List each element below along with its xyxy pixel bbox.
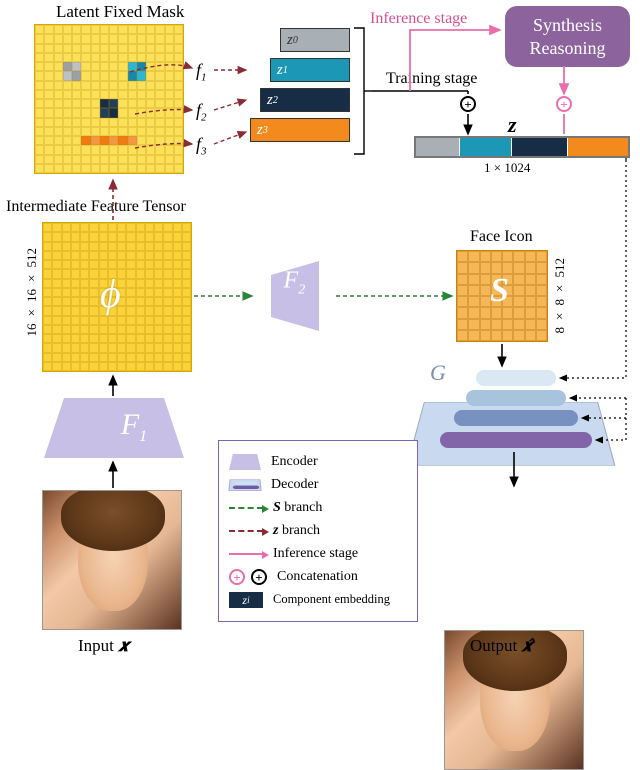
s-dims-label: 8 × 8 × 512 [552, 258, 568, 334]
phi-symbol: ϕ [100, 270, 121, 317]
decoder-icon [228, 479, 261, 491]
f2-label: f2 [196, 100, 207, 124]
legend-concatenation: ++Concatenation [229, 567, 407, 587]
latent-fixed-mask-grid: document.write(Array.from({length:256}).… [34, 24, 184, 174]
encoder-f2: F2 [271, 261, 319, 331]
decoder-layer-1 [476, 370, 556, 386]
decoder-layer-2 [466, 390, 566, 406]
zi-icon: zi [229, 592, 263, 608]
phi-dims-label: 16 × 16 × 512 [24, 248, 40, 337]
concat-black-icon: + [460, 96, 476, 112]
inference-stage-label: Inference stage [370, 10, 467, 28]
encoder-icon [229, 454, 261, 470]
legend-box: Encoder Decoder S branch z branch Infere… [218, 440, 418, 622]
face-icon-label: Face Icon [470, 228, 533, 246]
encoder-f1: F1 [44, 398, 184, 458]
legend-component-embedding: ziComponent embedding [229, 590, 407, 610]
concat-dims-label: 1 × 1024 [484, 160, 530, 176]
f3-label: f3 [196, 134, 207, 158]
synthesis-reasoning-box: Synthesis Reasoning [505, 6, 630, 67]
red-arrow-icon [229, 530, 263, 532]
legend-encoder: Encoder [229, 452, 407, 472]
concat-vector [414, 136, 630, 158]
training-stage-label: Training stage [386, 70, 477, 88]
input-label: Input 𝒙 [78, 636, 129, 656]
decoder-layer-4 [440, 432, 592, 448]
reasoning-label: Reasoning [519, 37, 616, 60]
legend-inference: Inference stage [229, 544, 407, 564]
input-image [42, 490, 182, 630]
intermediate-feature-tensor-label: Intermediate Feature Tensor [6, 198, 186, 216]
legend-z-branch: z branch [229, 521, 407, 541]
decoder-layer-3 [454, 410, 578, 426]
g-symbol: G [430, 360, 446, 386]
output-label: Output 𝒙̂ [470, 636, 532, 656]
pink-arrow-icon [229, 553, 263, 555]
s-symbol: S [490, 272, 509, 310]
concat-pink-small-icon: + [229, 569, 245, 585]
f1-label: f1 [196, 60, 207, 84]
concat-pink-icon: + [556, 96, 572, 112]
synthesis-label: Synthesis [519, 14, 616, 37]
legend-s-branch: S branch [229, 498, 407, 518]
z-bracket-icon [352, 26, 372, 156]
concat-black-small-icon: + [251, 569, 267, 585]
latent-fixed-mask-label: Latent Fixed Mask [56, 2, 184, 22]
legend-decoder: Decoder [229, 475, 407, 495]
green-arrow-icon [229, 507, 263, 509]
z-code-stack: z0 z1 z2 z3 [250, 28, 350, 142]
z-symbol: z [508, 112, 517, 138]
